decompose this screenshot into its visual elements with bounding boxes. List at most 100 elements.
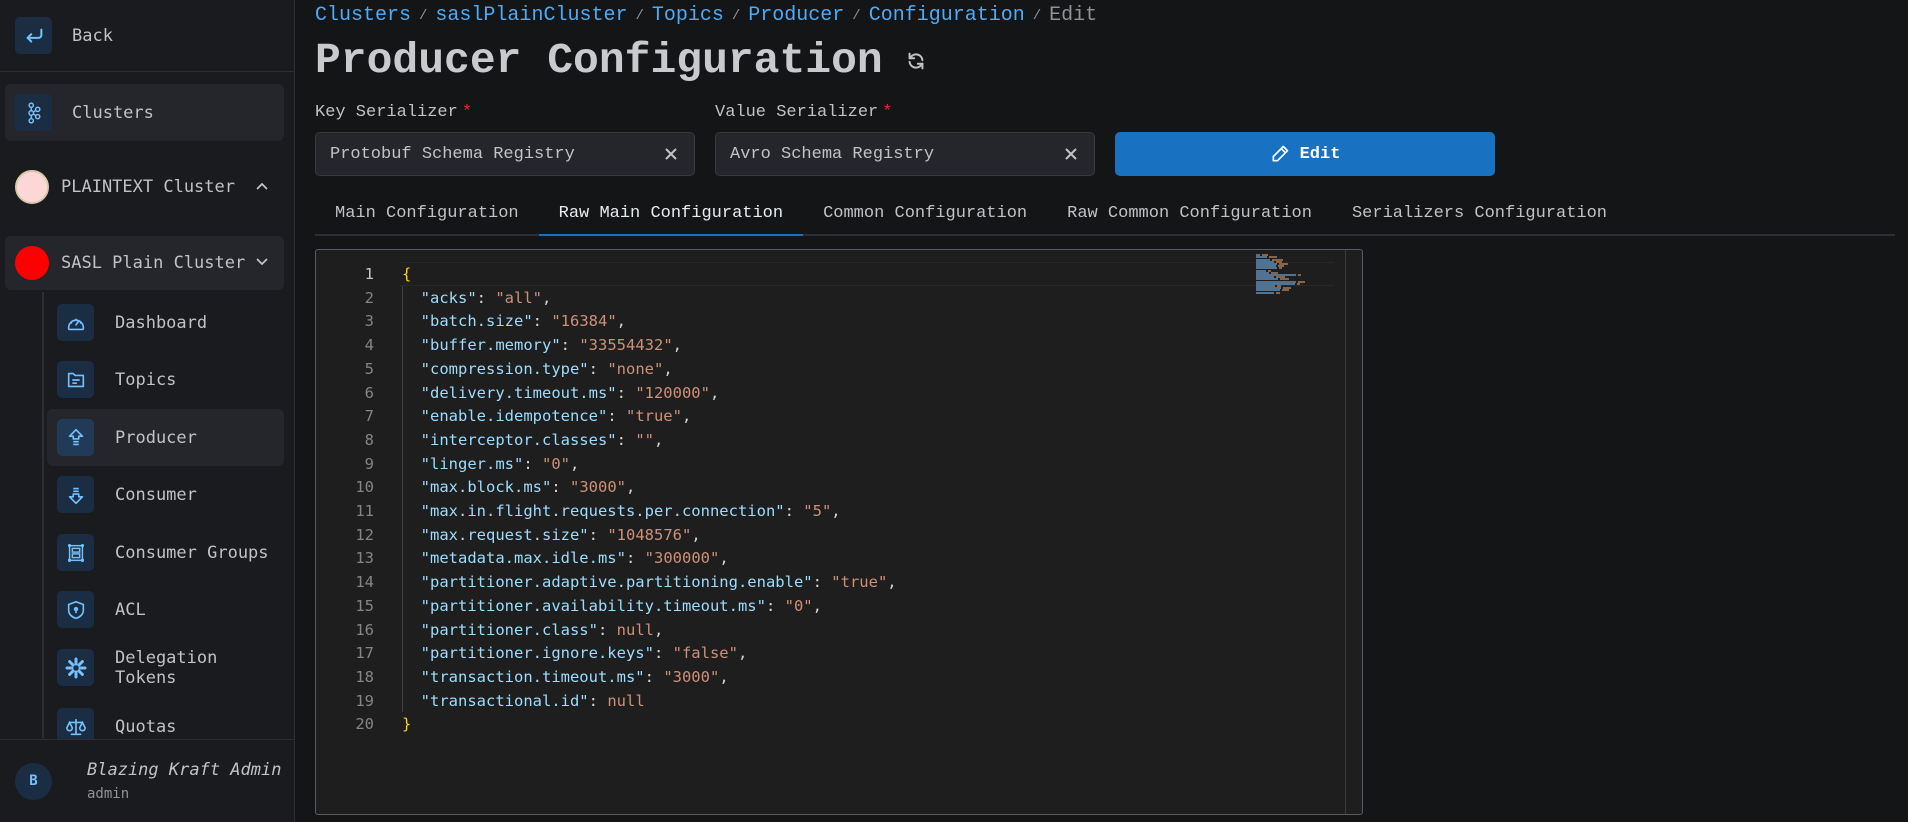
nav-label: Dashboard	[115, 312, 208, 333]
clear-icon[interactable]	[1062, 145, 1080, 163]
cluster-plaintext[interactable]: PLAINTEXT Cluster	[5, 160, 284, 214]
json-brace: }	[402, 715, 412, 734]
json-key: "delivery.timeout.ms"	[420, 383, 617, 402]
sub-nav-line	[42, 292, 44, 738]
code-line: "delivery.timeout.ms": "120000",	[420, 383, 720, 402]
sidebar-item-producer[interactable]: Producer	[47, 409, 284, 466]
sidebar-item-topics[interactable]: Topics	[47, 351, 284, 408]
sidebar-item-dashboard[interactable]: Dashboard	[47, 294, 284, 351]
json-value: "300000"	[644, 549, 720, 568]
line-number: 14	[355, 573, 374, 592]
minimap-value	[1298, 274, 1302, 276]
key-serializer-value: Protobuf Schema Registry	[330, 144, 575, 164]
edit-button-label: Edit	[1299, 144, 1341, 164]
back-button[interactable]: Back	[0, 0, 294, 72]
json-key: "partitioner.availability.timeout.ms"	[420, 596, 766, 615]
line-number: 10	[355, 478, 374, 497]
json-brace: {	[402, 265, 412, 283]
nav-label: Topics	[115, 369, 177, 390]
json-key: "compression.type"	[420, 359, 589, 378]
breadcrumb-clusters[interactable]: Clusters	[315, 4, 411, 27]
key-serializer-label: Key Serializer *	[315, 103, 472, 122]
chevron-down-icon[interactable]	[252, 255, 272, 271]
line-number: 12	[355, 525, 374, 544]
code-line: "buffer.memory": "33554432",	[420, 336, 682, 355]
sidebar-item-consumer-groups[interactable]: Consumer Groups	[47, 524, 284, 581]
cluster-color-dot	[15, 170, 49, 204]
required-asterisk: *	[461, 103, 473, 122]
tab-main-configuration[interactable]: Main Configuration	[315, 193, 539, 236]
tab-common-configuration[interactable]: Common Configuration	[803, 193, 1047, 236]
json-value: "all"	[495, 288, 543, 307]
tab-serializers-configuration[interactable]: Serializers Configuration	[1332, 193, 1627, 236]
chevron-up-icon[interactable]	[252, 179, 272, 195]
line-number: 4	[364, 336, 374, 355]
required-asterisk: *	[882, 103, 893, 122]
minimap-value	[1278, 267, 1282, 270]
pencil-icon	[1272, 145, 1288, 162]
code-line: "partitioner.ignore.keys": "false",	[420, 644, 748, 663]
enter-back-icon	[15, 17, 52, 54]
json-key: "max.request.size"	[420, 525, 589, 544]
json-key: "partitioner.class"	[420, 620, 598, 639]
code-line: "linger.ms": "0",	[420, 454, 580, 473]
breadcrumb-cluster[interactable]: saslPlainCluster	[435, 4, 627, 27]
tab-raw-common-configuration[interactable]: Raw Common Configuration	[1047, 193, 1332, 236]
sidebar-item-delegation-tokens[interactable]: Delegation Tokens	[47, 639, 284, 696]
json-value: "false"	[672, 644, 738, 663]
key-serializer-select[interactable]: Protobuf Schema Registry	[315, 132, 695, 176]
line-number: 3	[364, 312, 374, 331]
breadcrumb-configuration[interactable]: Configuration	[869, 4, 1025, 27]
page-title-text: Producer Configuration	[315, 36, 883, 85]
sidebar-item-acl[interactable]: ACL	[47, 581, 284, 638]
json-key: "metadata.max.idle.ms"	[420, 549, 626, 568]
clear-icon[interactable]	[662, 145, 680, 163]
json-key: "partitioner.ignore.keys"	[420, 644, 654, 663]
gauge-icon	[57, 304, 94, 341]
breadcrumb: Clusters / saslPlainCluster / Topics / P…	[315, 4, 1097, 27]
user-role: admin	[87, 786, 130, 802]
sidebar-item-clusters[interactable]: Clusters	[5, 84, 284, 141]
breadcrumb-separator: /	[1032, 7, 1042, 24]
page-title: Producer Configuration	[315, 36, 927, 85]
breadcrumb-separator: /	[731, 7, 741, 24]
json-key: "transactional.id"	[420, 691, 589, 710]
line-number: 5	[364, 359, 374, 378]
user-footer[interactable]: B Blazing Kraft Admin admin	[0, 739, 294, 822]
json-value: "5"	[803, 502, 832, 520]
value-serializer-select[interactable]: Avro Schema Registry	[715, 132, 1095, 176]
breadcrumb-producer[interactable]: Producer	[748, 4, 844, 27]
indent-guide	[402, 285, 403, 713]
code-line: {	[402, 262, 411, 286]
vertical-scrollbar[interactable]	[1345, 250, 1346, 814]
breadcrumb-topics[interactable]: Topics	[652, 4, 724, 27]
line-number-gutter: 1 2 3 4 5 6 7 8 9 10 11 12 13 14 15 16 17 18 19 20	[316, 250, 374, 814]
nav-label: Quotas	[115, 717, 177, 737]
json-key: "max.block.ms"	[420, 478, 552, 497]
line-number: 8	[364, 430, 374, 449]
breadcrumb-current: Edit	[1049, 4, 1098, 27]
json-code-editor[interactable]: 1 2 3 4 5 6 7 8 9 10 11 12 13 14 15 16 17 18 19 20 { "acks"…	[315, 249, 1363, 815]
sidebar: Back Clusters PLAINTEXT Cluster SASL Pla…	[0, 0, 295, 822]
scale-icon	[57, 708, 94, 739]
line-number: 20	[355, 715, 374, 734]
json-value: null	[616, 620, 654, 639]
json-key: "batch.size"	[420, 312, 533, 331]
value-serializer-label-text: Value Serializer	[715, 103, 879, 122]
kafka-clusters-icon	[15, 94, 52, 131]
json-key: "acks"	[420, 288, 477, 307]
minimap[interactable]	[1252, 252, 1322, 302]
code-line: }	[402, 712, 411, 736]
sidebar-item-consumer[interactable]: Consumer	[47, 466, 284, 523]
refresh-icon[interactable]	[905, 50, 927, 72]
json-key: "max.in.flight.requests.per.connection"	[420, 502, 785, 520]
json-key: "transaction.timeout.ms"	[420, 667, 645, 686]
cluster-sasl-plain[interactable]: SASL Plain Cluster	[5, 236, 284, 290]
code-line: "partitioner.class": null,	[420, 620, 664, 639]
edit-button[interactable]: Edit	[1115, 132, 1495, 176]
tab-raw-main-configuration[interactable]: Raw Main Configuration	[538, 193, 804, 236]
asterisk-icon	[57, 649, 94, 686]
sidebar-item-quotas[interactable]: Quotas	[47, 699, 284, 739]
json-value: "none"	[607, 359, 664, 378]
minimap-value	[1282, 289, 1289, 292]
